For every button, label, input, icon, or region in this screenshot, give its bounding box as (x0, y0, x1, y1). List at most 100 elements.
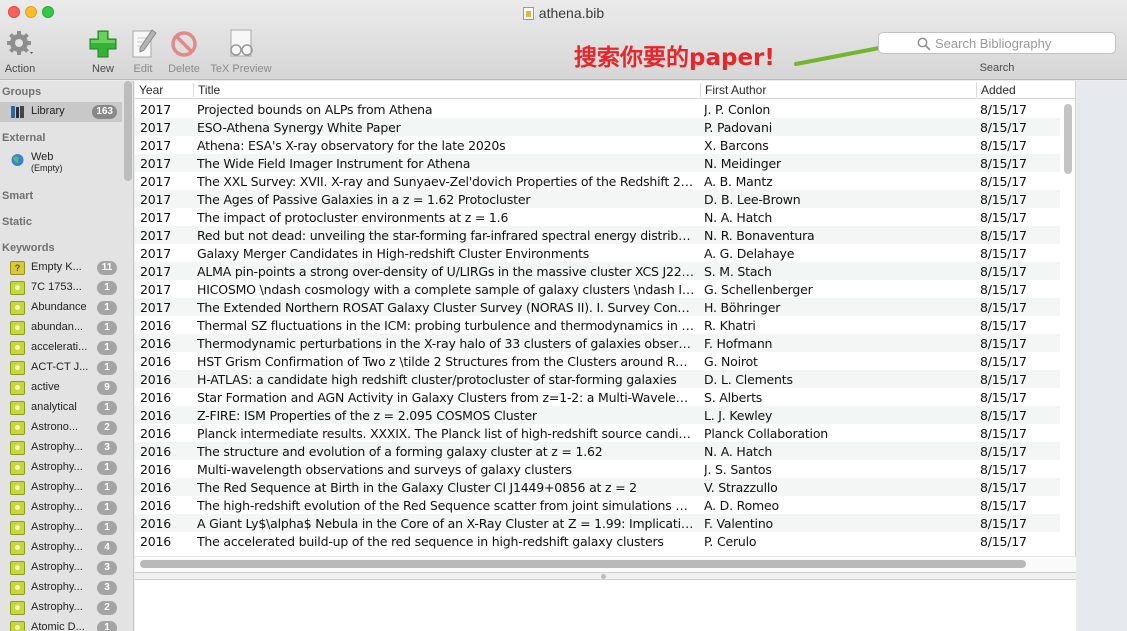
tex-preview-button[interactable]: TeX Preview (207, 28, 275, 75)
sidebar-keyword-item[interactable]: Atomic D... 1 (0, 618, 122, 631)
delete-button[interactable]: Delete (164, 28, 204, 75)
sidebar-keyword-item[interactable]: Astrono... 2 (0, 418, 122, 438)
keyword-label: active (31, 381, 60, 393)
cell-year: 2016 (140, 426, 172, 441)
sidebar-keyword-item[interactable]: Astrophy... 3 (0, 578, 122, 598)
table-row[interactable]: 2016 Multi-wavelength observations and su… (135, 460, 1060, 478)
table-row[interactable]: 2017 Red but not dead: unveiling the star… (135, 226, 1060, 244)
table-row[interactable]: 2017 ALMA pin-points a strong over-densit… (135, 262, 1060, 280)
column-added[interactable]: Added (976, 83, 1016, 97)
search-label: Search (979, 62, 1015, 74)
table-row[interactable]: 2016 Star Formation and AGN Activity in G… (135, 388, 1060, 406)
sidebar-item-web[interactable]: Web (Empty) (0, 150, 122, 176)
sidebar-keyword-item[interactable]: Astrophy... 1 (0, 518, 122, 538)
column-title[interactable]: Title (193, 83, 220, 97)
sidebar-keyword-item[interactable]: accelerati... 1 (0, 338, 122, 358)
table-row[interactable]: 2016 Z-FIRE: ISM Properties of the z = 2.… (135, 406, 1060, 424)
table-row[interactable]: 2016 A Giant Ly$\alpha$ Nebula in the Cor… (135, 514, 1060, 532)
cell-year: 2017 (140, 192, 172, 207)
table-row[interactable]: 2017 The Ages of Passive Galaxies in a z … (135, 190, 1060, 208)
table-row[interactable]: 2016 Thermal SZ fluctuations in the ICM: … (135, 316, 1060, 334)
table-row[interactable]: 2017 The XXL Survey: XVII. X-ray and Suny… (135, 172, 1060, 190)
action-button[interactable]: Action (2, 28, 38, 75)
sidebar-keyword-item[interactable]: 7C 1753... 1 (0, 278, 122, 298)
cell-title: The Ages of Passive Galaxies in a z = 1.… (197, 192, 531, 207)
keyword-count-badge: 1 (97, 401, 117, 415)
sidebar-keyword-item[interactable]: Astrophy... 2 (0, 598, 122, 618)
cell-first-author: G. Noirot (704, 354, 758, 369)
sidebar-keyword-item[interactable]: Astrophy... 1 (0, 478, 122, 498)
table-row[interactable]: 2017 The Wide Field Imager Instrument for… (135, 154, 1060, 172)
table-row[interactable]: 2017 The Extended Northern ROSAT Galaxy C… (135, 298, 1060, 316)
cell-first-author: N. Meidinger (704, 156, 781, 171)
cell-added: 8/15/17 (980, 264, 1027, 279)
keywords-header: Keywords (2, 242, 55, 254)
table-row[interactable]: 2016 The Red Sequence at Birth in the Gal… (135, 478, 1060, 496)
table-row[interactable]: 2017 The impact of protocluster environme… (135, 208, 1060, 226)
keyword-label: Astrophy... (31, 501, 83, 513)
table-horizontal-scrollbar[interactable] (140, 560, 1026, 568)
cell-added: 8/15/17 (980, 498, 1027, 513)
keyword-icon (10, 401, 25, 415)
keyword-icon (10, 581, 25, 595)
cell-added: 8/15/17 (980, 354, 1027, 369)
keyword-label: analytical (31, 401, 77, 413)
sidebar-keyword-item[interactable]: ACT-CT J... 1 (0, 358, 122, 378)
table-row[interactable]: 2017 HICOSMO \ndash cosmology with a comp… (135, 280, 1060, 298)
external-header: External (2, 132, 46, 144)
cell-added: 8/15/17 (980, 228, 1027, 243)
table-vertical-scrollbar[interactable] (1064, 104, 1072, 174)
new-button[interactable]: New (86, 28, 120, 75)
cell-year: 2016 (140, 318, 172, 333)
table-row[interactable]: 2016 H-ATLAS: a candidate high redshift c… (135, 370, 1060, 388)
table-row[interactable]: 2017 Athena: ESA's X-ray observatory for … (135, 136, 1060, 154)
search-input[interactable] (935, 34, 1110, 52)
cell-added: 8/15/17 (980, 462, 1027, 477)
cell-year: 2017 (140, 102, 172, 117)
cell-added: 8/15/17 (980, 390, 1027, 405)
cell-first-author: R. Khatri (704, 318, 756, 333)
column-year[interactable]: Year (135, 83, 163, 97)
keyword-label: Astrophy... (31, 461, 83, 473)
edit-button[interactable]: Edit (128, 28, 158, 75)
column-first-author[interactable]: First Author (700, 83, 766, 97)
preview-pane (135, 580, 1076, 631)
cell-year: 2017 (140, 264, 172, 279)
table-row[interactable]: 2016 The accelerated build-up of the red … (135, 532, 1060, 550)
sidebar-keyword-item[interactable]: Astrophy... 1 (0, 498, 122, 518)
sidebar-keyword-item[interactable]: Astrophy... 3 (0, 558, 122, 578)
cell-first-author: G. Schellenberger (704, 282, 813, 297)
tex-preview-label: TeX Preview (210, 63, 272, 75)
cell-added: 8/15/17 (980, 444, 1027, 459)
pane-splitter[interactable] (135, 572, 1076, 580)
sidebar-scrollbar[interactable] (124, 81, 132, 181)
table-row[interactable]: 2016 Thermodynamic perturbations in the X… (135, 334, 1060, 352)
cell-title: The structure and evolution of a forming… (197, 444, 603, 459)
cell-first-author: L. J. Kewley (704, 408, 773, 423)
sidebar-keyword-item[interactable]: Astrophy... 3 (0, 438, 122, 458)
sidebar-keyword-item[interactable]: active 9 (0, 378, 122, 398)
sidebar-keyword-item[interactable]: Astrophy... 1 (0, 458, 122, 478)
sidebar-keyword-item[interactable]: ? Empty K... 11 (0, 258, 122, 278)
sidebar-keyword-item[interactable]: analytical 1 (0, 398, 122, 418)
cell-title: Red but not dead: unveiling the star-for… (197, 228, 695, 243)
cell-added: 8/15/17 (980, 120, 1027, 135)
document-icon (522, 7, 534, 20)
table-row[interactable]: 2017 Galaxy Merger Candidates in High-red… (135, 244, 1060, 262)
table-row[interactable]: 2016 The high-redshift evolution of the R… (135, 496, 1060, 514)
table-row[interactable]: 2017 ESO-Athena Synergy White Paper P. Pad… (135, 118, 1060, 136)
table-row[interactable]: 2016 Planck intermediate results. XXXIX. … (135, 424, 1060, 442)
table-row[interactable]: 2016 The structure and evolution of a for… (135, 442, 1060, 460)
splitter-handle-icon (601, 574, 606, 579)
sidebar-item-library[interactable]: Library 163 (0, 102, 122, 122)
cell-year: 2017 (140, 282, 172, 297)
table-row[interactable]: 2017 Projected bounds on ALPs from Athena… (135, 100, 1060, 118)
tex-preview-icon (230, 29, 253, 57)
table-row[interactable]: 2016 HST Grism Confirmation of Two z \til… (135, 352, 1060, 370)
search-field[interactable] (878, 32, 1116, 54)
sidebar-keyword-item[interactable]: Abundance 1 (0, 298, 122, 318)
cell-title: The Extended Northern ROSAT Galaxy Clust… (197, 300, 695, 315)
library-label: Library (31, 105, 65, 117)
sidebar-keyword-item[interactable]: abundan... 1 (0, 318, 122, 338)
sidebar-keyword-item[interactable]: Astrophy... 4 (0, 538, 122, 558)
